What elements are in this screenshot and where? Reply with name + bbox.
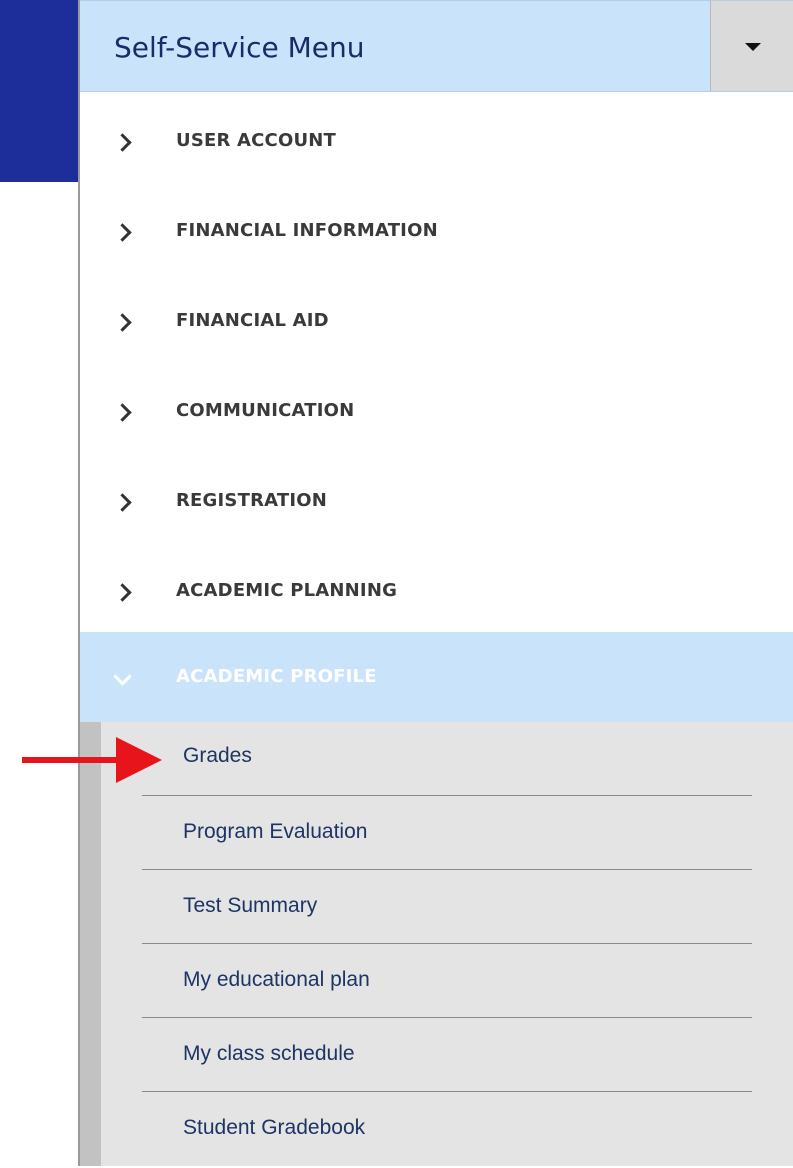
submenu-item-my-educational-plan[interactable]: My educational plan	[142, 944, 752, 1018]
chevron-right-icon	[113, 493, 132, 512]
submenu-item-program-evaluation[interactable]: Program Evaluation	[142, 796, 752, 870]
menu-section-label: ACADEMIC PLANNING	[176, 580, 398, 601]
menu-section-academic-profile[interactable]: ACADEMIC PROFILE	[80, 632, 793, 722]
academic-profile-submenu: Grades Program Evaluation Test Summary M…	[80, 722, 793, 1166]
submenu-link[interactable]: Program Evaluation	[183, 820, 367, 844]
chevron-right-icon	[113, 133, 132, 152]
menu-section-communication[interactable]: COMMUNICATION	[80, 362, 793, 452]
submenu-link[interactable]: Student Gradebook	[183, 1116, 365, 1140]
menu-section-registration[interactable]: REGISTRATION	[80, 452, 793, 542]
caret-down-icon	[745, 43, 761, 51]
menu-section-label: USER ACCOUNT	[176, 130, 337, 151]
menu-toggle-button[interactable]	[710, 1, 793, 91]
menu-section-financial-information[interactable]: FINANCIAL INFORMATION	[80, 182, 793, 272]
self-service-menu: Self-Service Menu USER ACCOUNT FINANCIAL…	[78, 0, 793, 1166]
menu-section-label: REGISTRATION	[176, 490, 328, 511]
submenu-item-student-gradebook[interactable]: Student Gradebook	[142, 1092, 752, 1165]
menu-title: Self-Service Menu	[114, 31, 365, 64]
submenu-link[interactable]: Grades	[183, 744, 252, 768]
menu-section-label: FINANCIAL AID	[176, 310, 329, 331]
menu-header: Self-Service Menu	[80, 0, 793, 92]
submenu-link[interactable]: Test Summary	[183, 894, 317, 918]
submenu-item-grades[interactable]: Grades	[142, 722, 752, 796]
chevron-right-icon	[113, 583, 132, 602]
submenu-item-test-summary[interactable]: Test Summary	[142, 870, 752, 944]
submenu-link[interactable]: My class schedule	[183, 1042, 355, 1066]
red-arrow-icon	[22, 737, 162, 783]
menu-section-financial-aid[interactable]: FINANCIAL AID	[80, 272, 793, 362]
chevron-right-icon	[113, 223, 132, 242]
chevron-right-icon	[113, 313, 132, 332]
menu-section-user-account[interactable]: USER ACCOUNT	[80, 92, 793, 182]
menu-section-label: ACADEMIC PROFILE	[176, 666, 377, 687]
menu-section-label: COMMUNICATION	[176, 400, 355, 421]
chevron-down-icon	[113, 667, 132, 686]
menu-section-academic-planning[interactable]: ACADEMIC PLANNING	[80, 542, 793, 632]
submenu-link[interactable]: My educational plan	[183, 968, 370, 992]
chevron-right-icon	[113, 403, 132, 422]
submenu-item-my-class-schedule[interactable]: My class schedule	[142, 1018, 752, 1092]
menu-section-label: FINANCIAL INFORMATION	[176, 220, 438, 241]
